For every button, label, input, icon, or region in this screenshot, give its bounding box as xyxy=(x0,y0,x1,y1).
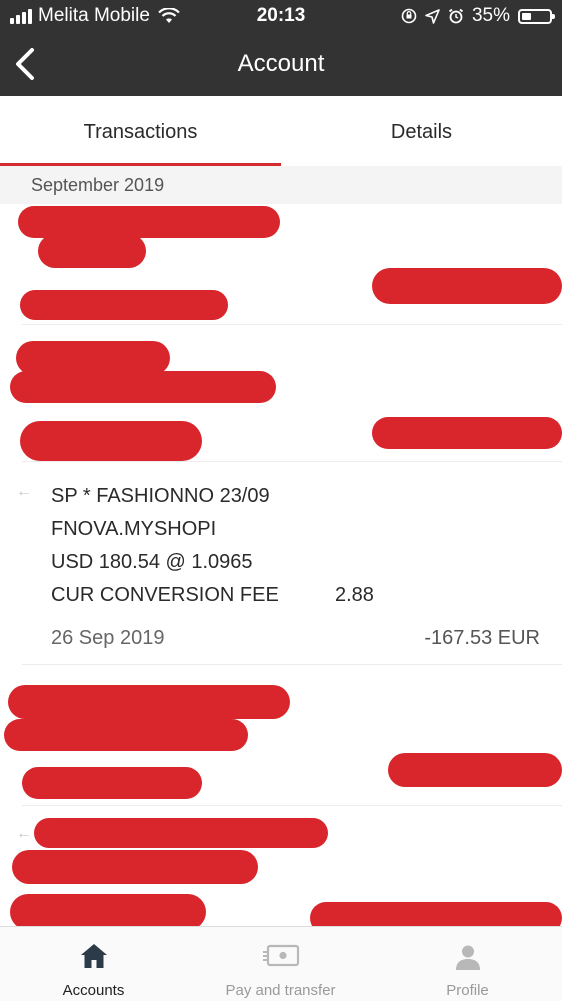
outgoing-arrow-icon: ← xyxy=(16,483,32,500)
redaction-mark xyxy=(22,767,202,799)
tab-pay-and-transfer[interactable]: Pay and transfer xyxy=(187,927,374,1001)
conversion-fee-value: 2.88 xyxy=(335,584,374,606)
redaction-mark xyxy=(34,818,328,848)
redaction-mark xyxy=(4,719,248,751)
segmented-tabs: Transactions Details xyxy=(0,96,562,166)
redaction-mark xyxy=(10,371,276,403)
page-title: Account xyxy=(237,50,325,77)
redacted-transaction-row[interactable] xyxy=(0,806,562,934)
tab-transactions[interactable]: Transactions xyxy=(0,96,281,166)
money-transfer-icon xyxy=(262,944,299,967)
redaction-mark xyxy=(372,417,562,449)
battery-icon xyxy=(518,8,555,24)
status-bar: Melita Mobile 20:13 35% xyxy=(0,0,562,32)
redaction-mark xyxy=(20,421,202,461)
profile-icon xyxy=(455,945,480,970)
redaction-mark xyxy=(388,753,562,787)
tab-profile[interactable]: Profile xyxy=(374,927,561,1001)
orientation-lock-icon xyxy=(401,8,417,24)
redaction-mark xyxy=(8,685,290,719)
redaction-mark xyxy=(20,290,228,320)
redaction-mark xyxy=(16,341,170,375)
transaction-fx-rate: USD 180.54 @ 1.0965 xyxy=(51,551,253,573)
redaction-mark xyxy=(38,234,146,268)
redaction-mark xyxy=(372,268,562,304)
tab-label: Pay and transfer xyxy=(225,982,336,999)
tab-label: Accounts xyxy=(62,982,125,999)
redaction-mark xyxy=(12,850,258,884)
transaction-merchant-domain: FNOVA.MYSHOPI xyxy=(51,518,217,540)
tab-label: Profile xyxy=(446,982,489,999)
tab-details[interactable]: Details xyxy=(281,96,562,166)
month-section-header: September 2019 xyxy=(0,166,562,204)
bottom-tab-bar: Accounts Pay and transfer Profile xyxy=(0,926,562,1001)
redacted-transaction-row[interactable] xyxy=(0,325,562,461)
nav-bar: Account xyxy=(0,32,562,96)
transaction-description: SP * FASHIONNO 23/09 FNOVA.MYSHOPI USD 1… xyxy=(51,480,451,612)
month-label: September 2019 xyxy=(31,175,165,195)
redacted-transaction-row[interactable] xyxy=(0,665,562,805)
conversion-fee-label: CUR CONVERSION FEE xyxy=(51,584,279,606)
transaction-date: 26 Sep 2019 xyxy=(51,627,165,649)
home-icon xyxy=(80,944,107,968)
transaction-amount: -167.53 EUR xyxy=(424,627,540,649)
redacted-transaction-row[interactable] xyxy=(0,204,562,324)
battery-percent: 35% xyxy=(471,5,510,26)
transaction-merchant: SP * FASHIONNO 23/09 xyxy=(51,485,270,507)
alarm-icon xyxy=(448,8,464,24)
location-icon xyxy=(425,8,440,24)
redaction-mark xyxy=(10,894,206,930)
tab-accounts[interactable]: Accounts xyxy=(0,927,187,1001)
